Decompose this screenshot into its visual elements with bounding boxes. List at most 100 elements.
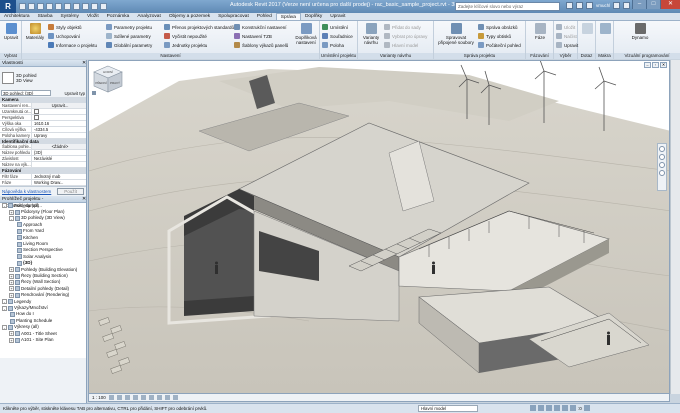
additional-settings-button[interactable]: Doplňková nastavení (294, 23, 318, 45)
panel-title[interactable]: Správa projektu (434, 53, 525, 59)
tab-analyzovat[interactable]: Analyzovat (133, 13, 164, 20)
crop-view-icon[interactable] (148, 395, 154, 400)
instance-selector[interactable]: 3D pohled: {3D} (1, 90, 51, 96)
ribbon-button[interactable]: Vybrat pro úpravy (384, 32, 427, 40)
property-value[interactable]: Jednotný mab (32, 174, 86, 179)
ribbon-button[interactable]: Hlavní model (384, 41, 418, 49)
ribbon-button[interactable]: Uložit (556, 23, 575, 31)
viewport-scrollbar[interactable] (670, 60, 680, 394)
temporary-hide-icon[interactable] (164, 395, 170, 400)
ribbon-button[interactable]: Přenos projektových standardů (164, 23, 234, 31)
panel-title[interactable]: Vizuální programování (614, 53, 680, 59)
ribbon-button[interactable]: Sdílené parametry (106, 32, 151, 40)
render-icon[interactable] (140, 395, 146, 400)
viewcube[interactable]: HORNÍ PŘEDNÍ PRAVÝ (89, 61, 127, 99)
tab-architektura[interactable]: Architektura (0, 13, 34, 20)
tree-toggle-icon[interactable]: - (2, 299, 7, 305)
filter-icon[interactable] (583, 405, 590, 411)
panel-title[interactable]: Dotaz (578, 53, 595, 59)
shadows-icon[interactable] (132, 395, 138, 400)
checkbox[interactable] (34, 108, 39, 114)
close-icon[interactable]: ✕ (82, 196, 86, 202)
pan-icon[interactable] (659, 162, 665, 168)
pinned-icon[interactable] (554, 405, 560, 411)
tab-stavba[interactable]: Stavba (34, 13, 57, 20)
orbit-icon[interactable] (659, 170, 665, 176)
ribbon-button[interactable]: Šablony výkazů panelů (234, 41, 288, 49)
edit-type-button[interactable]: Upravit typ (64, 91, 85, 96)
tab-spolupracovat[interactable]: Spolupracovat (214, 13, 253, 20)
maximize-button[interactable]: □ (646, 0, 660, 9)
panel-title[interactable]: Fázování (526, 53, 553, 59)
property-value[interactable]: Upravy (32, 133, 86, 138)
tree-toggle-icon[interactable]: - (2, 203, 7, 209)
help-icon[interactable] (623, 2, 631, 9)
inquiry-button[interactable] (581, 23, 593, 35)
tree-toggle-icon[interactable]: + (9, 337, 14, 343)
tree-toggle-icon[interactable]: - (2, 324, 7, 330)
ribbon-button[interactable]: Přidat do sady (384, 23, 421, 31)
3d-viewport[interactable]: – ▫ ✕ HORNÍ PŘEDNÍ PRAVÝ (88, 60, 670, 394)
tab-poznámka[interactable]: Poznámka (103, 13, 134, 20)
tab-systémy[interactable]: Systémy (57, 13, 83, 20)
minimize-button[interactable]: – (632, 0, 646, 9)
tab-objemy-a-pozemek[interactable]: Objemy a pozemek (165, 13, 214, 20)
property-value[interactable] (32, 162, 86, 167)
text-icon[interactable] (73, 3, 80, 10)
modify-button[interactable]: Upravit (2, 23, 20, 40)
ribbon-button[interactable]: Poloha (322, 41, 344, 49)
close-icon[interactable]: ✕ (82, 60, 86, 66)
tree-toggle-icon[interactable]: - (9, 216, 14, 222)
tree-toggle-icon[interactable]: + (9, 273, 14, 279)
ribbon-button[interactable]: Nastavení TZB (234, 32, 272, 40)
view-close-button[interactable]: ✕ (660, 62, 667, 68)
checkbox[interactable] (34, 114, 39, 120)
user-name[interactable]: vmuchl (596, 3, 610, 8)
view-restore-button[interactable]: ▫ (652, 62, 659, 68)
binoculars-icon[interactable] (566, 2, 573, 9)
home-icon[interactable] (92, 91, 96, 95)
print-icon[interactable] (55, 3, 62, 10)
ribbon-button[interactable]: Načíst (556, 32, 577, 40)
property-value[interactable]: Upravit... (32, 102, 86, 108)
tree-toggle-icon[interactable]: + (9, 286, 14, 292)
tab-doplňky[interactable]: Doplňky (301, 13, 326, 20)
ribbon-button[interactable]: Globální parametry (106, 41, 152, 49)
type-selector[interactable]: 3D pohled 3D View (0, 67, 86, 89)
ribbon-button[interactable]: Uchopování (48, 32, 80, 40)
ribbon-button[interactable]: Typy obtisků (478, 32, 511, 40)
tree-toggle-icon[interactable]: + (9, 280, 14, 286)
ribbon-button[interactable]: Parametry projektu (106, 23, 152, 31)
measure-icon[interactable] (64, 3, 71, 10)
active-model-selector[interactable]: Hlavní model (418, 405, 478, 412)
tab-správa[interactable]: Správa (275, 13, 301, 20)
property-value[interactable] (32, 108, 86, 114)
underlay-icon[interactable] (546, 405, 552, 411)
ribbon-button[interactable]: Umístění (322, 23, 348, 31)
subscription-icon[interactable] (576, 2, 583, 9)
phases-button[interactable]: Fáze (530, 23, 550, 40)
property-value[interactable]: Working Draw... (32, 180, 86, 185)
tree-toggle-icon[interactable]: + (9, 267, 14, 273)
tree-toggle-icon[interactable]: + (9, 331, 14, 337)
property-value[interactable]: Nezávislé (32, 156, 86, 161)
tab-upravit[interactable]: Upravit (326, 13, 349, 20)
dynamo-button[interactable]: Dynamo (628, 23, 652, 40)
materials-button[interactable]: Materiály (24, 23, 46, 40)
ribbon-button[interactable]: Správa obrázků (478, 23, 518, 31)
ribbon-button[interactable]: Konstrukční nastavení (234, 23, 287, 31)
panel-title[interactable]: Umístění projektu (320, 53, 357, 59)
sun-path-icon[interactable] (124, 395, 130, 400)
open-icon[interactable] (19, 3, 26, 10)
tree-node[interactable]: + A101 - Site Plan (0, 337, 86, 343)
face-select-icon[interactable] (562, 405, 568, 411)
properties-help-link[interactable]: Nápověda k vlastnostem (2, 189, 51, 194)
lock-3d-icon[interactable] (156, 395, 162, 400)
panel-title[interactable]: Varianty návrhu (358, 53, 433, 59)
detail-level-icon[interactable] (108, 395, 114, 400)
exchange-icon[interactable] (613, 2, 621, 9)
tab-vložit[interactable]: Vložit (83, 13, 103, 20)
panel-title[interactable]: Výběr (554, 53, 577, 59)
save-icon[interactable] (28, 3, 35, 10)
reveal-hidden-icon[interactable] (172, 395, 178, 400)
